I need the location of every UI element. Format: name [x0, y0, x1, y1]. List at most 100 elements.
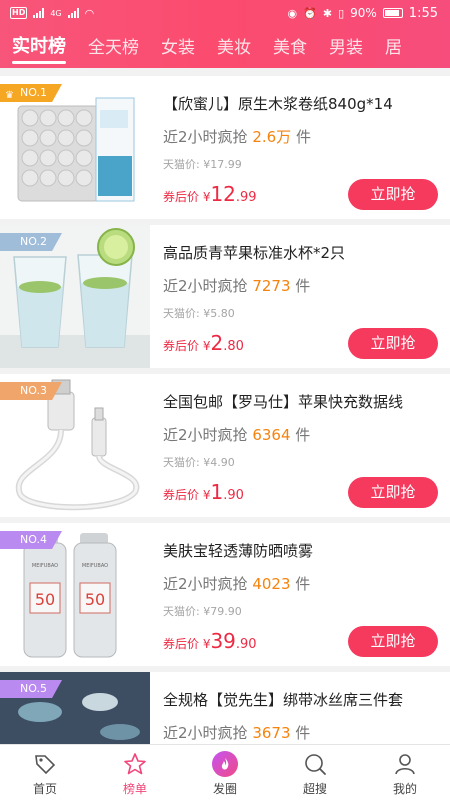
- tab-men[interactable]: 男装: [329, 33, 363, 68]
- product-card-1[interactable]: ♛ NO.1 【欣蜜儿】原生木浆卷纸840g*14 近2小时疯抢 2.6万 件 …: [0, 76, 450, 219]
- sold-suffix: 件: [295, 277, 311, 295]
- buy-now-button[interactable]: 立即抢: [348, 626, 438, 657]
- product-card-2[interactable]: NO.2 高品质青苹果标准水杯*2只 近2小时疯抢 7273 件 天猫价: ¥5…: [0, 225, 450, 368]
- tabbar-item-search[interactable]: 超搜: [270, 745, 360, 800]
- price-integer: 2: [210, 331, 224, 355]
- vibrate-icon: ▯: [338, 6, 345, 20]
- product-card-5[interactable]: NO.5 全规格【觉先生】绑带冰丝席三件套 近2小时疯抢 3673 件: [0, 672, 450, 744]
- sold-count: 近2小时疯抢 2.6万 件: [163, 126, 311, 147]
- original-price: 天猫价: ¥79.90: [163, 605, 242, 618]
- tab-food[interactable]: 美食: [273, 33, 307, 68]
- price-decimal: .80: [223, 339, 244, 354]
- rank-label: NO.5: [20, 682, 47, 695]
- coupon-price: 券后价 ¥39.90: [163, 629, 257, 653]
- spray-spf-label-2: 50: [85, 590, 105, 609]
- battery-percent: 90%: [350, 6, 377, 20]
- battery-icon: [382, 8, 403, 18]
- rank-label: NO.4: [20, 533, 47, 546]
- tabbar-label: 我的: [392, 782, 417, 796]
- tab-women[interactable]: 女装: [161, 33, 195, 68]
- sold-suffix: 件: [295, 128, 311, 146]
- spray-brand-label: MEIFUBAO: [32, 563, 58, 569]
- sold-number: 7273: [252, 277, 291, 295]
- sold-suffix: 件: [295, 575, 311, 593]
- sold-number: 4023: [252, 575, 291, 593]
- buy-now-button[interactable]: 立即抢: [348, 477, 438, 508]
- original-price: 天猫价: ¥5.80: [163, 307, 235, 320]
- coupon-price: 券后价 ¥12.99: [163, 182, 257, 206]
- bluetooth-icon: ✱: [322, 6, 333, 20]
- sold-prefix: 近2小时疯抢: [163, 575, 248, 593]
- flame-icon: [212, 751, 238, 777]
- user-icon: [395, 754, 415, 775]
- buy-now-button[interactable]: 立即抢: [348, 179, 438, 210]
- price-label: 券后价 ¥: [163, 339, 211, 353]
- rank-badge: NO.4: [0, 531, 62, 549]
- tabbar-item-share[interactable]: 发圈: [180, 745, 270, 800]
- tabbar-item-profile[interactable]: 我的: [360, 745, 450, 800]
- hd-icon: HD: [10, 7, 28, 19]
- price-integer: 12: [210, 182, 236, 206]
- tab-home[interactable]: 居: [385, 33, 402, 68]
- price-label: 券后价 ¥: [163, 190, 211, 204]
- tabbar-label: 榜单: [122, 782, 147, 796]
- sold-count: 近2小时疯抢 6364 件: [163, 424, 310, 445]
- sold-prefix: 近2小时疯抢: [163, 277, 248, 295]
- app-header: HD 4G ◠ ◉ ⏰ ✱ ▯ 90% 1:55 实时榜 全天榜 女装 美妆 美…: [0, 0, 450, 68]
- rank-badge: ♛ NO.1: [0, 84, 62, 102]
- spray-spf-label: 50: [35, 590, 55, 609]
- sold-count: 近2小时疯抢 7273 件: [163, 275, 310, 296]
- category-tabs: 实时榜 全天榜 女装 美妆 美食 男装 居: [0, 26, 450, 68]
- sold-prefix: 近2小时疯抢: [163, 426, 248, 444]
- sold-count: 近2小时疯抢 4023 件: [163, 573, 310, 594]
- clock: 1:55: [408, 5, 438, 21]
- price-decimal: .90: [235, 637, 257, 652]
- rank-label: NO.2: [20, 235, 47, 248]
- sold-prefix: 近2小时疯抢: [163, 724, 248, 742]
- tab-realtime[interactable]: 实时榜: [12, 32, 66, 68]
- rank-badge: NO.2: [0, 233, 62, 251]
- star-icon: [124, 753, 146, 775]
- coupon-price: 券后价 ¥2.80: [163, 331, 244, 355]
- sold-number: 3673: [252, 724, 291, 742]
- price-label: 券后价 ¥: [163, 488, 211, 502]
- tabbar-label: 首页: [32, 782, 57, 796]
- product-title[interactable]: 美肤宝轻透薄防晒喷雾: [163, 540, 438, 561]
- sold-prefix: 近2小时疯抢: [163, 128, 248, 146]
- product-title[interactable]: 全规格【觉先生】绑带冰丝席三件套: [163, 689, 438, 710]
- tabbar-item-home[interactable]: 首页: [0, 745, 90, 800]
- signal-icon-2: [67, 8, 79, 18]
- product-title[interactable]: 【欣蜜儿】原生木浆卷纸840g*14: [163, 93, 438, 114]
- rank-label: NO.3: [20, 384, 47, 397]
- tab-allday[interactable]: 全天榜: [88, 33, 139, 68]
- signal-icon: [33, 8, 45, 18]
- rank-badge: NO.3: [0, 382, 62, 400]
- alarm-icon: ⏰: [303, 6, 317, 20]
- search-icon: [305, 754, 326, 775]
- tag-icon: [35, 755, 56, 775]
- wifi-icon: ◠: [84, 6, 95, 20]
- network-label: 4G: [50, 8, 62, 18]
- product-title[interactable]: 全国包邮【罗马仕】苹果快充数据线: [163, 391, 438, 412]
- tabbar-label: 发圈: [212, 782, 237, 796]
- tab-beauty[interactable]: 美妆: [217, 33, 251, 68]
- product-card-3[interactable]: NO.3 全国包邮【罗马仕】苹果快充数据线 近2小时疯抢 6364 件 天猫价:…: [0, 374, 450, 517]
- rank-badge: NO.5: [0, 680, 62, 698]
- product-title[interactable]: 高品质青苹果标准水杯*2只: [163, 242, 438, 263]
- price-label: 券后价 ¥: [163, 637, 211, 651]
- coupon-price: 券后价 ¥1.90: [163, 480, 244, 504]
- product-card-4[interactable]: 50 50 MEIFUBAO MEIFUBAO NO.4 美肤宝轻透薄防晒喷雾 …: [0, 523, 450, 666]
- buy-now-button[interactable]: 立即抢: [348, 328, 438, 359]
- product-list: ♛ NO.1 【欣蜜儿】原生木浆卷纸840g*14 近2小时疯抢 2.6万 件 …: [0, 76, 450, 744]
- bottom-tab-bar: 首页 榜单 发圈 超搜 我的: [0, 744, 450, 800]
- eye-icon: ◉: [287, 6, 298, 20]
- tabbar-item-ranking[interactable]: 榜单: [90, 745, 180, 800]
- sold-number: 6364: [252, 426, 291, 444]
- status-bar: HD 4G ◠ ◉ ⏰ ✱ ▯ 90% 1:55: [0, 0, 450, 26]
- price-decimal: .90: [223, 488, 244, 503]
- price-decimal: .99: [235, 190, 257, 205]
- tabbar-label: 超搜: [302, 782, 327, 796]
- price-integer: 39: [210, 629, 236, 653]
- rank-label: NO.1: [20, 86, 47, 99]
- sold-suffix: 件: [295, 426, 311, 444]
